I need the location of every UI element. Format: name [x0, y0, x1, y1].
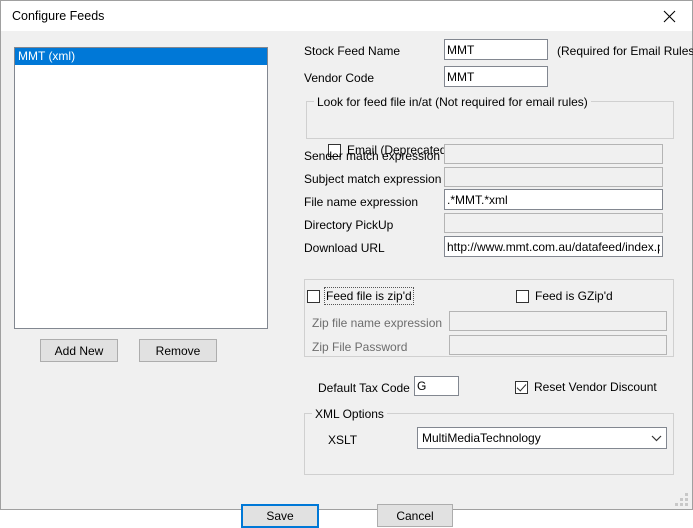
stock-feed-name-input[interactable] — [444, 39, 548, 60]
vendor-code-label: Vendor Code — [304, 71, 374, 85]
subject-match-label: Subject match expression — [304, 172, 441, 186]
save-button[interactable]: Save — [241, 504, 319, 528]
directory-pickup-label: Directory PickUp — [304, 218, 393, 232]
resize-grip[interactable] — [675, 493, 689, 507]
close-icon — [663, 10, 676, 23]
stock-feed-name-hint: (Required for Email Rules) — [557, 44, 693, 58]
file-name-expression-input[interactable] — [444, 189, 663, 210]
zip-file-password-input[interactable] — [449, 335, 667, 355]
xslt-select[interactable]: MultiMediaTechnology — [417, 427, 667, 449]
add-new-button[interactable]: Add New — [40, 339, 118, 362]
sender-match-label: Sender match expression — [304, 149, 440, 163]
feed-list[interactable]: MMT (xml) — [14, 47, 268, 329]
checkbox-reset-vendor-discount-label: Reset Vendor Discount — [534, 380, 657, 394]
xslt-select-value: MultiMediaTechnology — [418, 431, 646, 445]
vendor-code-input[interactable] — [444, 66, 548, 87]
file-name-expression-label: File name expression — [304, 195, 418, 209]
zip-file-name-expression-label: Zip file name expression — [312, 316, 442, 330]
checkbox-reset-vendor-discount[interactable]: Reset Vendor Discount — [515, 380, 657, 394]
download-url-input[interactable] — [444, 236, 663, 257]
remove-button[interactable]: Remove — [139, 339, 217, 362]
checkbox-feed-file-is-zipd-label: Feed file is zip'd — [326, 289, 412, 303]
chevron-down-icon — [646, 435, 666, 442]
checkbox-feed-is-gzipd-label: Feed is GZip'd — [535, 289, 613, 303]
close-button[interactable] — [646, 1, 692, 31]
checkbox-checked-icon — [515, 381, 528, 394]
sender-match-input[interactable] — [444, 144, 663, 164]
checkbox-feed-is-gzipd[interactable]: Feed is GZip'd — [516, 289, 613, 303]
configure-feeds-window: Configure Feeds MMT (xml) Add New Remove… — [0, 0, 693, 510]
default-tax-code-label: Default Tax Code — [318, 381, 410, 395]
stock-feed-name-label: Stock Feed Name — [304, 44, 400, 58]
zip-file-password-label: Zip File Password — [312, 340, 407, 354]
checkbox-feed-file-is-zipd[interactable]: Feed file is zip'd — [307, 289, 412, 303]
directory-pickup-input[interactable] — [444, 213, 663, 233]
checkbox-box-icon — [307, 290, 320, 303]
default-tax-code-input[interactable] — [414, 376, 459, 396]
feed-location-groupbox: Look for feed file in/at (Not required f… — [306, 101, 674, 139]
title-bar: Configure Feeds — [1, 1, 692, 31]
xml-options-groupbox-title: XML Options — [312, 407, 387, 421]
window-title: Configure Feeds — [12, 9, 104, 23]
zip-file-name-expression-input[interactable] — [449, 311, 667, 331]
cancel-button[interactable]: Cancel — [377, 504, 453, 527]
list-item[interactable]: MMT (xml) — [15, 48, 267, 65]
subject-match-input[interactable] — [444, 167, 663, 187]
download-url-label: Download URL — [304, 241, 385, 255]
checkbox-box-icon — [516, 290, 529, 303]
client-area: MMT (xml) Add New Remove Stock Feed Name… — [1, 31, 692, 509]
xslt-label: XSLT — [328, 433, 357, 447]
feed-location-groupbox-title: Look for feed file in/at (Not required f… — [314, 95, 591, 109]
